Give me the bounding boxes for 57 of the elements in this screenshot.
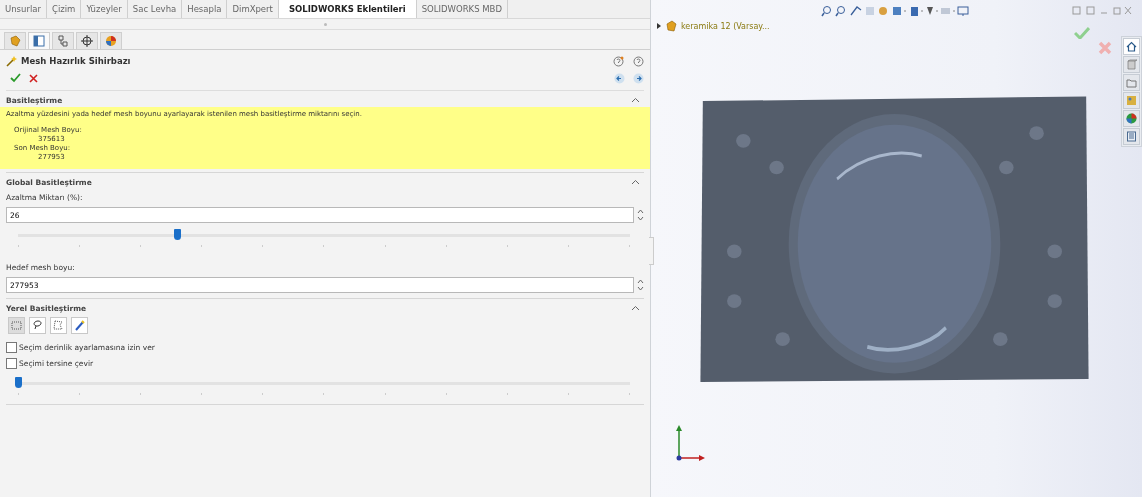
command-tab[interactable]: Yüzeyler bbox=[81, 0, 128, 18]
task-pane-tab[interactable] bbox=[1123, 128, 1140, 145]
custom-properties-icon bbox=[1126, 131, 1137, 142]
crosshair-icon bbox=[81, 35, 93, 47]
task-pane-tab[interactable] bbox=[1123, 38, 1140, 55]
previous-icon[interactable] bbox=[614, 72, 625, 84]
parts-library-icon bbox=[1126, 59, 1137, 70]
checkbox[interactable] bbox=[6, 341, 17, 353]
spin-arrows-icon[interactable] bbox=[637, 278, 644, 292]
polygon-select-icon bbox=[53, 320, 64, 331]
panel-tab[interactable] bbox=[28, 32, 50, 49]
command-tab[interactable]: SOLIDWORKS Eklentileri bbox=[278, 0, 417, 18]
command-tab[interactable]: Unsurlar bbox=[0, 0, 47, 18]
folder-icon bbox=[1126, 77, 1137, 88]
home-icon bbox=[1126, 41, 1137, 52]
checkbox[interactable] bbox=[6, 357, 17, 369]
detailed-help-icon[interactable] bbox=[613, 55, 624, 67]
appearance-ball-icon bbox=[1126, 113, 1137, 124]
slider-thumb[interactable] bbox=[174, 229, 182, 240]
collapse-chevron-icon[interactable] bbox=[631, 179, 640, 185]
selection-box-icon bbox=[11, 320, 22, 331]
panel-tab[interactable] bbox=[100, 32, 122, 49]
part-icon bbox=[665, 20, 677, 32]
cancel-close-icon[interactable] bbox=[29, 73, 38, 83]
command-tab[interactable]: SOLIDWORKS MBD bbox=[416, 0, 508, 18]
help-icon[interactable] bbox=[633, 55, 644, 67]
command-tab[interactable]: Hesapla bbox=[182, 0, 228, 18]
next-icon[interactable] bbox=[633, 72, 644, 84]
ok-check-icon[interactable] bbox=[10, 73, 21, 83]
grip-handle-icon[interactable] bbox=[323, 22, 327, 26]
collapse-chevron-icon[interactable] bbox=[631, 97, 640, 103]
config-tree-icon bbox=[57, 35, 69, 47]
selection-tool-button[interactable] bbox=[29, 317, 46, 334]
command-tab[interactable]: Sac Levha bbox=[127, 0, 183, 18]
collapse-chevron-icon[interactable] bbox=[631, 305, 640, 311]
appearance-ball-icon bbox=[105, 35, 117, 47]
panel-title: Mesh Hazırlık Sihirbazı bbox=[21, 56, 131, 66]
feature-tree-item[interactable]: keramika 12 (Varsay... bbox=[681, 21, 770, 31]
view-toolbar-icons-drawing[interactable] bbox=[821, 5, 971, 17]
wizard-wand-icon bbox=[6, 55, 18, 67]
task-pane-tab[interactable] bbox=[1123, 110, 1140, 127]
confirm-check-icon[interactable] bbox=[1074, 27, 1090, 39]
expand-arrow-icon[interactable] bbox=[657, 23, 661, 29]
panel-tab[interactable] bbox=[52, 32, 74, 49]
selection-tool-button[interactable] bbox=[71, 317, 88, 334]
view-palette-icon bbox=[1126, 95, 1137, 106]
command-tab[interactable]: DimXpert bbox=[227, 0, 279, 18]
part-icon bbox=[9, 35, 21, 47]
lasso-icon bbox=[32, 320, 43, 331]
selection-tool-button[interactable] bbox=[50, 317, 67, 334]
command-tab[interactable]: Çizim bbox=[47, 0, 82, 18]
paint-brush-icon bbox=[74, 320, 85, 331]
panel-tab[interactable] bbox=[76, 32, 98, 49]
property-sheet-icon bbox=[33, 35, 45, 47]
slider-thumb[interactable] bbox=[15, 377, 22, 388]
panel-splitter-handle[interactable] bbox=[649, 237, 654, 265]
spin-arrows-icon[interactable] bbox=[637, 208, 644, 222]
